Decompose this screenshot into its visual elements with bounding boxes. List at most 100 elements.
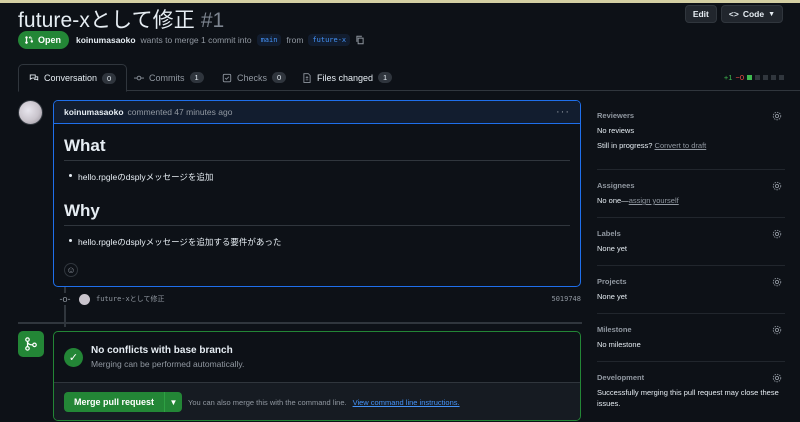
merge-status-subtitle: Merging can be performed automatically.	[91, 359, 245, 369]
tab-files-changed-label: Files changed	[317, 72, 374, 83]
code-icon: <>	[728, 9, 739, 19]
merge-hint: You can also merge this with the command…	[188, 397, 347, 407]
gear-icon[interactable]	[772, 181, 782, 191]
list-item: hello.rpgleのdsplyメッセージを追加	[64, 171, 570, 183]
tab-commits-label: Commits	[149, 72, 185, 83]
convert-to-draft-link[interactable]: Convert to draft	[655, 141, 707, 150]
copy-icon[interactable]	[355, 35, 365, 45]
sidebar-development-title: Development	[597, 373, 645, 382]
code-button-label: Code	[742, 9, 765, 19]
kebab-menu-icon[interactable]: ···	[556, 106, 570, 118]
gear-icon[interactable]	[772, 111, 782, 121]
draft-prompt: Still in progress?	[597, 141, 653, 150]
tab-checks[interactable]: Checks 0	[222, 64, 287, 91]
tab-conversation[interactable]: Conversation 0	[18, 64, 128, 92]
sidebar-milestone-title: Milestone	[597, 325, 632, 334]
file-diff-icon	[303, 72, 311, 83]
sidebar-labels: Labels None yet	[597, 218, 785, 266]
commit-icon: -o-	[59, 293, 71, 305]
heading-why: Why	[64, 201, 570, 226]
sidebar-assignees-title: Assignees	[597, 181, 635, 190]
header-buttons: Edit <> Code ▼	[684, 5, 783, 23]
merge-box: ✓ No conflicts with base branch Merging …	[53, 331, 581, 421]
pull-request-icon	[25, 36, 34, 44]
tab-checks-label: Checks	[237, 72, 268, 83]
chevron-down-icon: ▼	[768, 10, 775, 18]
diffstat-block	[771, 75, 776, 80]
merge-text: wants to merge 1 commit into	[140, 35, 252, 45]
gear-icon[interactable]	[772, 277, 782, 287]
diffstat-deletions: −0	[735, 73, 744, 82]
assign-yourself-link[interactable]: assign yourself	[629, 196, 679, 205]
comment-author[interactable]: koinumasaoko	[64, 107, 124, 117]
gear-icon[interactable]	[772, 373, 782, 383]
pr-title: future-xとして修正	[18, 9, 195, 32]
conversation-icon	[29, 74, 39, 81]
avatar[interactable]	[18, 100, 43, 125]
commit-sha[interactable]: 5019748	[551, 295, 581, 303]
status-badge-label: Open	[38, 35, 62, 45]
sidebar-projects-value: None yet	[597, 292, 628, 301]
from-text: from	[286, 35, 304, 45]
git-merge-icon	[18, 331, 44, 357]
checklist-icon	[222, 73, 232, 82]
timeline-commit: -o- future-xとして修正 5019748	[59, 292, 581, 306]
sidebar-milestone: Milestone No milestone	[597, 314, 785, 362]
sidebar-assignees-value: No one—	[597, 196, 629, 205]
edit-button[interactable]: Edit	[684, 5, 717, 23]
head-branch[interactable]: future-x	[308, 34, 351, 46]
tab-checks-count: 0	[272, 72, 287, 83]
merge-actions: Merge pull request ▼ You can also merge …	[54, 383, 580, 420]
merge-status-title: No conflicts with base branch	[91, 345, 233, 356]
gear-icon[interactable]	[772, 229, 782, 239]
commit-message[interactable]: future-xとして修正	[96, 294, 165, 304]
chevron-down-icon[interactable]: ▼	[164, 392, 183, 412]
merge-pull-request-button[interactable]: Merge pull request	[64, 392, 165, 412]
tab-conversation-label: Conversation	[44, 73, 98, 83]
sidebar: Reviewers No reviews Still in progress? …	[597, 100, 785, 422]
pr-tabs: Conversation 0 Commits 1 Checks 0 Files …	[18, 64, 800, 92]
base-branch[interactable]: main	[256, 34, 282, 46]
sidebar-development: Development Successfully merging this pu…	[597, 362, 785, 422]
sidebar-reviewers-title: Reviewers	[597, 111, 635, 120]
tab-commits[interactable]: Commits 1	[134, 64, 204, 91]
comment-header: koinumasaoko commented 47 minutes ago ··…	[54, 101, 580, 124]
diffstat-block	[779, 75, 784, 80]
gear-icon[interactable]	[772, 325, 782, 335]
status-badge: Open	[18, 31, 70, 49]
pr-number: #1	[200, 9, 225, 32]
tab-files-changed-count: 1	[378, 72, 393, 83]
diffstat-block	[755, 75, 760, 80]
sidebar-milestone-value: No milestone	[597, 340, 641, 349]
commit-avatar[interactable]	[79, 293, 90, 305]
merge-status: ✓ No conflicts with base branch Merging …	[54, 332, 580, 383]
sidebar-labels-value: None yet	[597, 244, 628, 253]
pr-author-link[interactable]: koinumasaoko	[76, 35, 136, 45]
pr-description-comment: koinumasaoko commented 47 minutes ago ··…	[53, 100, 581, 287]
sidebar-development-value: Successfully merging this pull request m…	[597, 388, 779, 408]
diffstat: +1 −0	[724, 73, 784, 82]
sidebar-assignees: Assignees No one—assign yourself	[597, 170, 785, 218]
commit-icon	[134, 75, 144, 80]
window-top-border	[0, 0, 800, 3]
sidebar-projects: Projects None yet	[597, 266, 785, 314]
diffstat-block	[763, 75, 768, 80]
tab-files-changed[interactable]: Files changed 1	[302, 64, 393, 91]
list-item: hello.rpgleのdsplyメッセージを追加する要件があった	[64, 236, 570, 248]
tab-conversation-count: 0	[102, 72, 117, 84]
add-reaction-icon[interactable]: ☺	[64, 263, 78, 277]
check-icon: ✓	[64, 347, 83, 367]
sidebar-projects-title: Projects	[597, 277, 627, 286]
tab-commits-count: 1	[189, 72, 204, 83]
sidebar-reviewers-value: No reviews	[597, 126, 635, 135]
diffstat-additions: +1	[723, 73, 733, 82]
sidebar-reviewers: Reviewers No reviews Still in progress? …	[597, 100, 785, 170]
comment-timestamp: commented 47 minutes ago	[127, 107, 233, 117]
timeline-separator	[18, 322, 582, 324]
comment-body: What hello.rpgleのdsplyメッセージを追加 Why hello…	[54, 124, 580, 248]
pr-meta-row: Open koinumasaoko wants to merge 1 commi…	[18, 31, 365, 49]
code-button[interactable]: <> Code ▼	[720, 5, 783, 23]
heading-what: What	[64, 136, 570, 161]
command-line-instructions-link[interactable]: View command line instructions.	[353, 398, 460, 407]
diffstat-block	[747, 75, 752, 80]
